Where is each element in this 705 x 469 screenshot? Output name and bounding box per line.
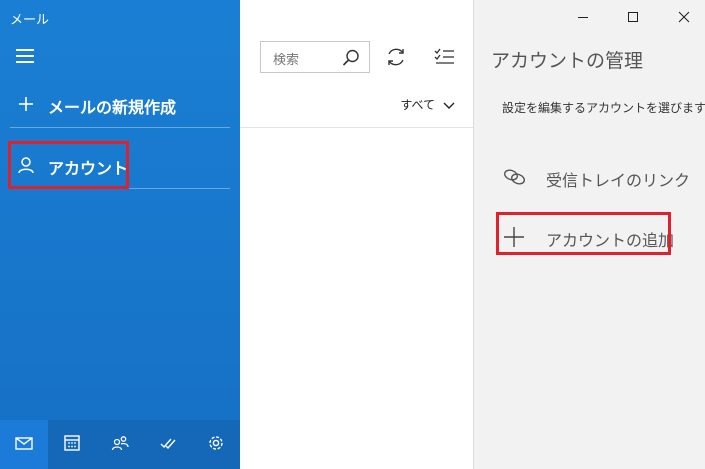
search-icon[interactable]	[341, 48, 361, 68]
plus-icon	[504, 227, 524, 247]
settings-icon	[209, 436, 223, 450]
person-icon	[18, 157, 34, 174]
settings-nav-button[interactable]	[192, 420, 240, 469]
sidebar: メール メールの新規作成 アカウント	[0, 0, 240, 469]
chevron-down-icon	[443, 102, 455, 109]
selection-mode-button[interactable]	[428, 41, 460, 73]
manage-accounts-panel: アカウントの管理 設定を編集するアカウントを選びます。 受信トレイのリンク アカ…	[473, 0, 705, 469]
sync-button[interactable]	[380, 41, 412, 73]
app-title: メール	[10, 13, 50, 28]
panel-description: 設定を編集するアカウントを選びます。	[502, 101, 705, 115]
mail-nav-button[interactable]	[0, 420, 48, 469]
calendar-nav-button[interactable]	[48, 420, 96, 469]
link-icon	[504, 169, 525, 185]
filter-dropdown[interactable]: すべて	[400, 96, 455, 113]
new-mail-button[interactable]: メールの新規作成	[0, 84, 240, 124]
people-icon	[111, 436, 129, 451]
maximize-icon	[628, 12, 638, 22]
sidebar-item-account[interactable]: アカウント	[0, 145, 240, 185]
link-inboxes-label: 受信トレイのリンク	[546, 171, 691, 190]
hamburger-menu-icon[interactable]	[16, 49, 34, 63]
minimize-button[interactable]	[566, 0, 600, 34]
plus-icon	[19, 97, 33, 111]
add-account-label: アカウントの追加	[546, 231, 675, 250]
todo-nav-button[interactable]	[144, 420, 192, 469]
maximize-button[interactable]	[616, 0, 650, 34]
bottom-nav-bar	[0, 420, 240, 469]
list-divider	[240, 127, 473, 128]
panel-title: アカウントの管理	[491, 50, 644, 72]
link-inboxes-button[interactable]: 受信トレイのリンク	[498, 157, 691, 197]
account-label: アカウント	[48, 159, 129, 178]
search-placeholder: 検索	[273, 53, 300, 68]
checklist-icon	[434, 48, 454, 64]
calendar-icon	[64, 435, 80, 451]
filter-label: すべて	[400, 98, 435, 112]
minimize-icon	[578, 17, 588, 18]
sidebar-divider	[128, 188, 230, 189]
todo-icon	[160, 438, 176, 450]
message-list-pane: 検索 すべて	[240, 0, 473, 469]
close-icon	[678, 11, 690, 23]
sync-icon	[388, 48, 404, 66]
people-nav-button[interactable]	[96, 420, 144, 469]
add-account-button[interactable]: アカウントの追加	[498, 217, 688, 257]
sidebar-divider	[10, 127, 230, 128]
close-button[interactable]	[667, 0, 701, 34]
mail-icon	[15, 437, 33, 450]
search-box[interactable]: 検索	[260, 41, 370, 73]
new-mail-label: メールの新規作成	[48, 98, 177, 117]
